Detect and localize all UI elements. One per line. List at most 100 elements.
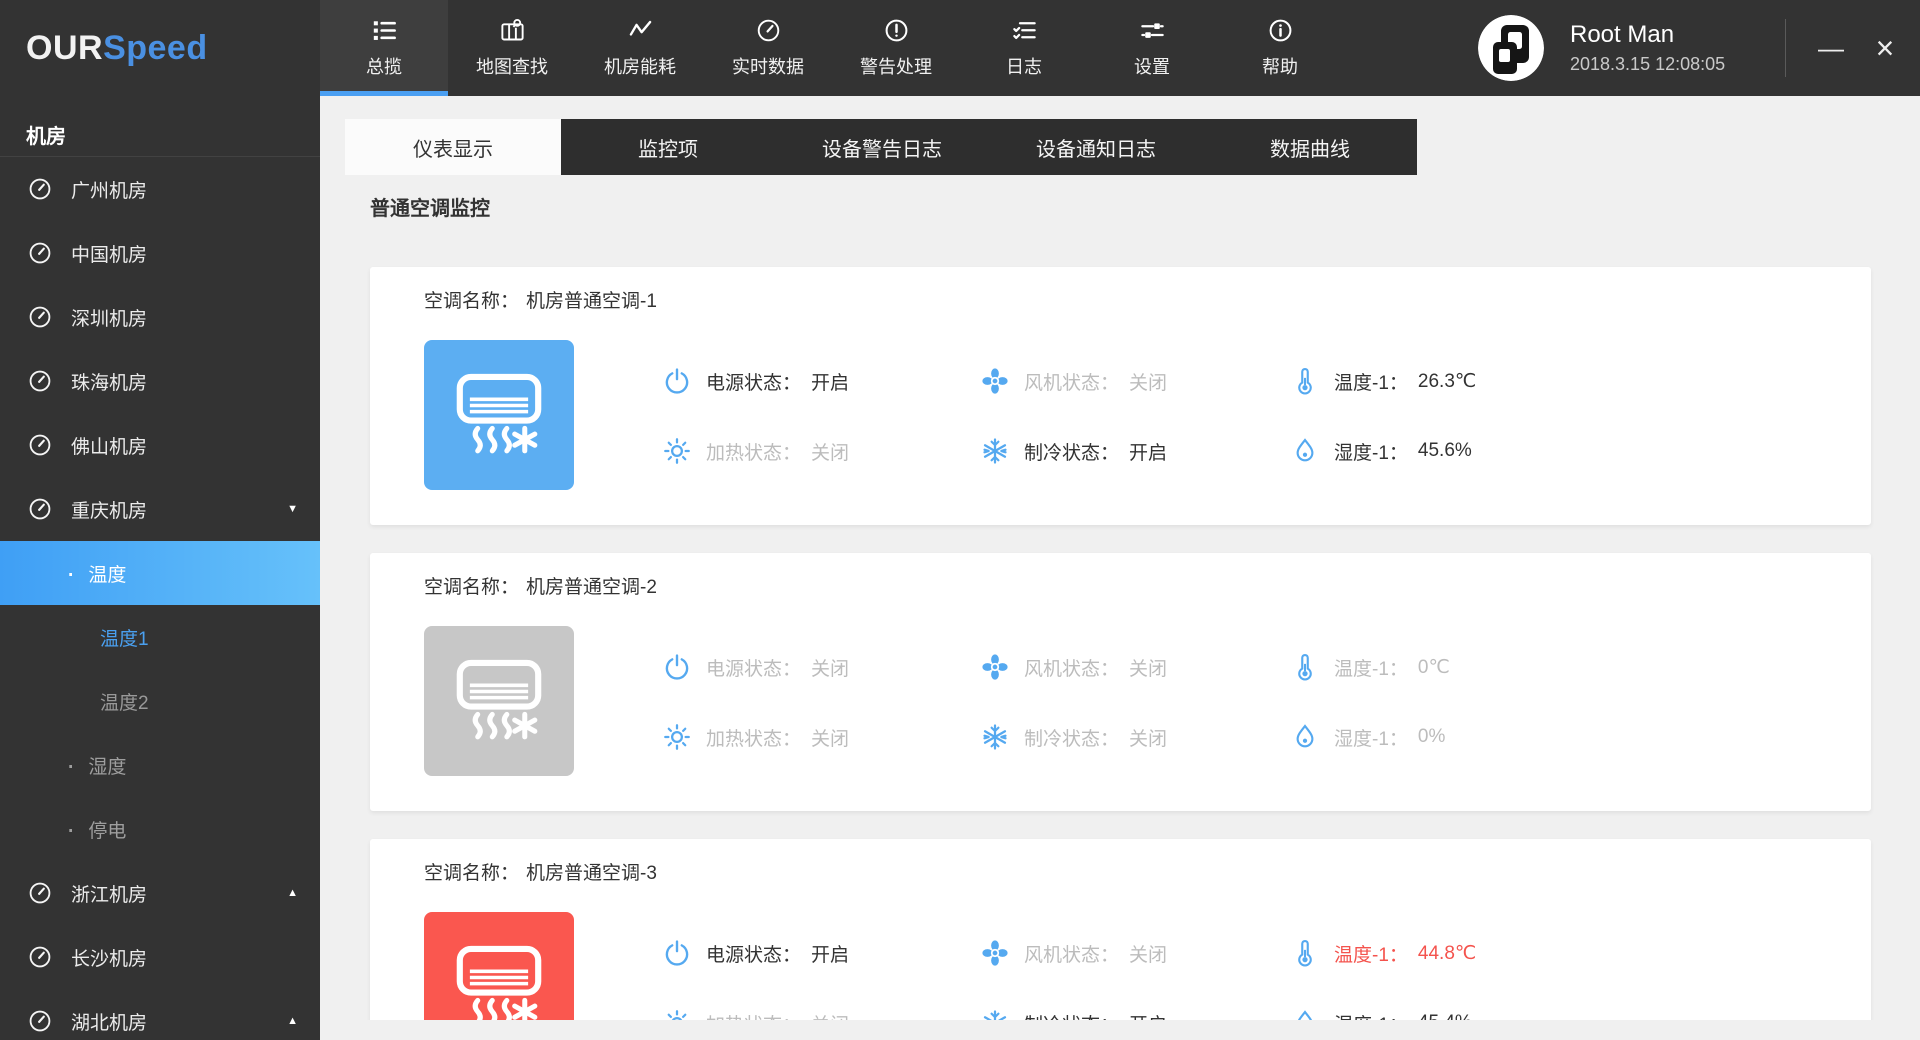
- expand-arrow-icon: ▲: [287, 887, 298, 899]
- ac-card: 空调名称：机房普通空调-1 电源状态：: [370, 267, 1871, 525]
- ac-unit-icon: [443, 359, 555, 471]
- sidebar-item[interactable]: · 温度1: [0, 605, 320, 669]
- user-info: Root Man 2018.3.15 12:08:05: [1570, 21, 1785, 75]
- nav-item[interactable]: 日志: [960, 0, 1088, 96]
- sidebar-item[interactable]: · 深圳机房: [0, 285, 320, 349]
- fan-icon: [980, 938, 1010, 968]
- sidebar-item[interactable]: · 湿度: [0, 733, 320, 797]
- stat-label: 制冷状态：: [1024, 1010, 1119, 1021]
- tab[interactable]: 设备通知日志: [989, 119, 1203, 175]
- section-title: 普通空调监控: [370, 195, 1920, 223]
- sidebar-item-label: 湖北机房: [71, 1008, 147, 1035]
- nav-item[interactable]: 总揽: [320, 0, 448, 96]
- sidebar-item[interactable]: · 长沙机房: [0, 925, 320, 989]
- sidebar-item[interactable]: · 佛山机房: [0, 413, 320, 477]
- ac-stat: 加热状态： 关闭: [662, 721, 980, 753]
- ac-stat: 加热状态： 关闭: [662, 1007, 980, 1020]
- ac-card: 空调名称：机房普通空调-3 电源状态：: [370, 839, 1871, 1020]
- divider: [1785, 19, 1786, 77]
- nav-item-label: 实时数据: [732, 53, 804, 79]
- sidebar-item-label: 珠海机房: [71, 368, 147, 395]
- nav-item-label: 警告处理: [860, 53, 932, 79]
- tab-label: 数据曲线: [1270, 133, 1350, 162]
- sidebar-item-label: 佛山机房: [71, 432, 147, 459]
- ac-stat: 电源状态： 开启: [662, 365, 980, 397]
- nav-item[interactable]: 设置: [1088, 0, 1216, 96]
- ac-card-title: 空调名称： 机房普通空调-2: [424, 575, 1871, 601]
- avatar-logo[interactable]: [1478, 15, 1544, 81]
- cool-snowflake-icon: [980, 722, 1010, 752]
- fan-icon: [980, 652, 1010, 682]
- nav-item[interactable]: 实时数据: [704, 0, 832, 96]
- nav-item[interactable]: 帮助: [1216, 0, 1344, 96]
- stat-value: 关闭: [811, 654, 849, 681]
- stat-value: 0℃: [1418, 656, 1450, 679]
- tab[interactable]: 仪表显示: [345, 119, 561, 175]
- ac-stat: 湿度-1： 45.4%: [1290, 1007, 1476, 1020]
- sidebar-item[interactable]: · 重庆机房 ▼: [0, 477, 320, 541]
- stat-value: 开启: [811, 368, 849, 395]
- stat-label: 电源状态：: [706, 654, 801, 681]
- ac-stat: 湿度-1： 0%: [1290, 721, 1450, 753]
- current-datetime: 2018.3.15 12:08:05: [1570, 54, 1785, 75]
- sidebar-item[interactable]: · 珠海机房: [0, 349, 320, 413]
- sidebar-item[interactable]: · 温度2: [0, 669, 320, 733]
- tab[interactable]: 设备警告日志: [775, 119, 989, 175]
- sidebar: 机房 · 广州机房 · 中国机房 ·: [0, 96, 320, 1040]
- ac-name: 机房普通空调-1: [526, 291, 657, 312]
- tab-label: 监控项: [638, 133, 698, 162]
- heat-sun-icon: [662, 1008, 692, 1020]
- gauge-icon: [27, 240, 53, 266]
- nav-item-label: 机房能耗: [604, 53, 676, 79]
- sidebar-item[interactable]: · 浙江机房 ▲: [0, 861, 320, 925]
- nav-item[interactable]: 机房能耗: [576, 0, 704, 96]
- gauge-icon: [27, 176, 53, 202]
- stat-label: 温度-1：: [1334, 654, 1408, 681]
- tab-bar: 仪表显示 监控项 设备警告日志 设备通知日志 数据曲线: [345, 119, 1901, 175]
- stat-value: 26.3℃: [1418, 370, 1476, 393]
- sidebar-item[interactable]: · 广州机房: [0, 157, 320, 221]
- ac-stat: 制冷状态： 开启: [980, 435, 1290, 467]
- nav-item[interactable]: 地图查找: [448, 0, 576, 96]
- cool-snowflake-icon: [980, 1008, 1010, 1020]
- ac-stat: 电源状态： 关闭: [662, 651, 980, 683]
- stat-value: 关闭: [811, 724, 849, 751]
- tab-label: 设备警告日志: [822, 133, 942, 162]
- sidebar-item[interactable]: · 湖北机房 ▲: [0, 989, 320, 1040]
- user-area: Root Man 2018.3.15 12:08:05 — ×: [1478, 0, 1920, 96]
- ac-card-body: 电源状态： 开启 风机状态： 关闭: [424, 340, 1871, 490]
- tab-label: 仪表显示: [413, 133, 493, 162]
- scroll-viewport: 仪表显示 监控项 设备警告日志 设备通知日志 数据曲线: [320, 96, 1920, 1020]
- ac-name: 机房普通空调-2: [526, 577, 657, 598]
- stat-value: 开启: [811, 940, 849, 967]
- stat-value: 关闭: [811, 438, 849, 465]
- sidebar-item[interactable]: · 中国机房: [0, 221, 320, 285]
- stat-value: 44.8℃: [1418, 942, 1476, 965]
- sidebar-item[interactable]: · 停电: [0, 797, 320, 861]
- tab[interactable]: 监控项: [561, 119, 775, 175]
- tab[interactable]: 数据曲线: [1203, 119, 1417, 175]
- stat-value: 45.4%: [1418, 1012, 1472, 1020]
- bullet-icon: ·: [66, 815, 75, 843]
- stat-label: 加热状态：: [706, 724, 801, 751]
- ac-stats-grid: 电源状态： 开启 风机状态： 关闭: [662, 937, 1476, 1020]
- ac-unit-tile: [424, 912, 574, 1020]
- stat-label: 风机状态：: [1024, 368, 1119, 395]
- ac-stats-grid: 电源状态： 开启 风机状态： 关闭: [662, 365, 1476, 490]
- sidebar-item[interactable]: · 温度: [0, 541, 320, 605]
- sidebar-item-label: 浙江机房: [71, 880, 147, 907]
- sidebar-item-label: 长沙机房: [71, 944, 147, 971]
- minimize-button[interactable]: —: [1804, 0, 1858, 96]
- alert-icon: [883, 17, 910, 44]
- stat-label: 加热状态：: [706, 438, 801, 465]
- ac-stats-grid: 电源状态： 关闭 风机状态： 关闭: [662, 651, 1450, 776]
- ac-stat: 电源状态： 开启: [662, 937, 980, 969]
- stat-value: 关闭: [1129, 724, 1167, 751]
- stat-label: 风机状态：: [1024, 940, 1119, 967]
- power-icon: [662, 938, 692, 968]
- ac-name-label: 空调名称：: [424, 577, 519, 598]
- close-button[interactable]: ×: [1858, 0, 1912, 96]
- nav-item[interactable]: 警告处理: [832, 0, 960, 96]
- gauge-icon: [27, 432, 53, 458]
- stat-label: 风机状态：: [1024, 654, 1119, 681]
